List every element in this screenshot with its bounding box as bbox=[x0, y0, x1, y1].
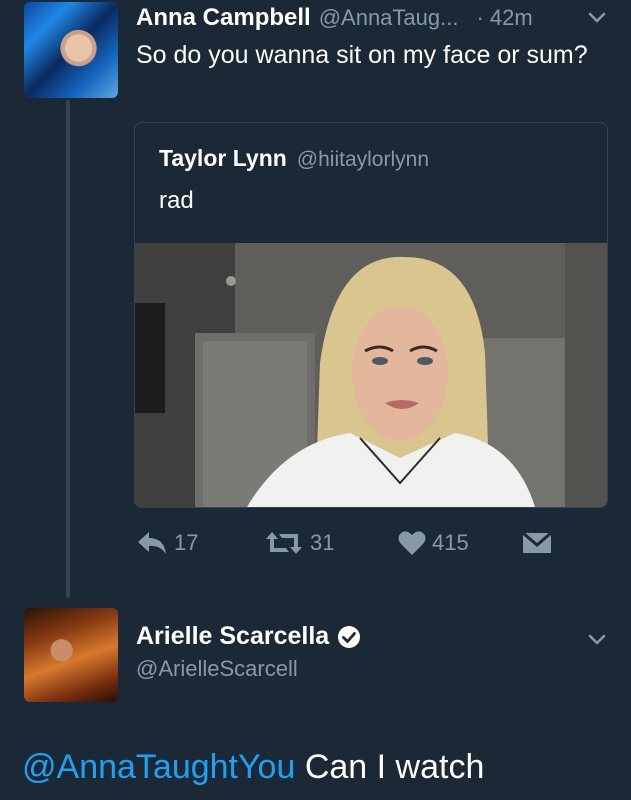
mention-link[interactable]: @AnnaTaughtYou bbox=[22, 748, 295, 786]
tweet-header: Arielle Scarcella bbox=[136, 622, 361, 651]
author-name[interactable]: Anna Campbell bbox=[136, 4, 311, 32]
avatar[interactable] bbox=[24, 2, 118, 98]
quoted-tweet-text: rad bbox=[159, 187, 194, 214]
reply-icon bbox=[138, 532, 166, 554]
retweet-icon bbox=[266, 532, 302, 554]
reply-button[interactable]: 17 bbox=[136, 530, 198, 556]
author-handle[interactable]: @AnnaTaug... bbox=[319, 5, 459, 31]
reply-count: 17 bbox=[174, 530, 199, 555]
tweet-text: @AnnaTaughtYou Can I watch bbox=[22, 748, 484, 787]
author-name[interactable]: Arielle Scarcella bbox=[136, 622, 329, 651]
retweet-button[interactable]: 31 bbox=[264, 530, 334, 556]
tweet-body-text: Can I watch bbox=[295, 748, 485, 786]
quoted-author-name: Taylor Lynn bbox=[159, 145, 287, 171]
timestamp[interactable]: · 42m bbox=[476, 5, 532, 31]
quoted-tweet-card[interactable]: Taylor Lynn @hiitaylorlynn rad bbox=[134, 122, 608, 508]
verified-badge-icon bbox=[338, 625, 361, 648]
direct-message-button[interactable] bbox=[522, 530, 552, 556]
author-handle[interactable]: @ArielleScarcell bbox=[136, 656, 298, 682]
tweet-actions: 17 31 415 bbox=[136, 530, 556, 564]
chevron-down-icon[interactable] bbox=[587, 630, 607, 650]
quoted-author-handle: @hiitaylorlynn bbox=[296, 148, 430, 171]
like-count: 415 bbox=[432, 530, 469, 555]
envelope-icon bbox=[522, 531, 552, 553]
quoted-tweet-header: Taylor Lynn @hiitaylorlynn bbox=[159, 145, 429, 172]
tweet-text: So do you wanna sit on my face or sum? bbox=[136, 41, 588, 69]
heart-icon bbox=[398, 531, 426, 555]
like-button[interactable]: 415 bbox=[398, 530, 469, 556]
chevron-down-icon[interactable] bbox=[587, 8, 607, 28]
retweet-count: 31 bbox=[310, 530, 335, 555]
tweet-arielle-scarcella[interactable]: Arielle Scarcella @ArielleScarcell @Anna… bbox=[0, 600, 631, 800]
photo-illustration bbox=[135, 243, 607, 507]
avatar[interactable] bbox=[24, 608, 118, 702]
tweet-anna-campbell[interactable]: Anna Campbell @AnnaTaug... · 42m So do y… bbox=[0, 0, 631, 600]
tweet-header: Anna Campbell @AnnaTaug... · 42m bbox=[136, 4, 533, 32]
quoted-tweet-photo[interactable] bbox=[135, 243, 607, 507]
